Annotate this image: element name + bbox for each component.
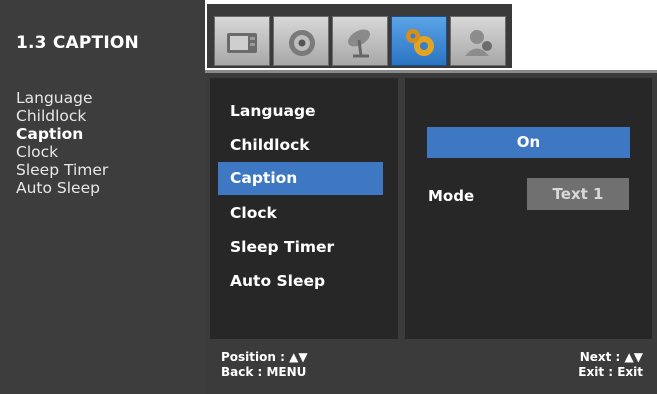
tab-setup[interactable]: [391, 16, 447, 66]
divider: [205, 70, 657, 73]
tab-channel[interactable]: [332, 16, 388, 66]
mode-value-select[interactable]: Text 1: [527, 178, 629, 210]
menu-item-language[interactable]: Language: [218, 101, 383, 135]
menu-item-clock[interactable]: Clock: [218, 203, 383, 237]
tab-picture[interactable]: [214, 16, 270, 66]
back-hint: Back : MENU: [221, 365, 307, 379]
guide-item-caption: Caption: [16, 125, 84, 143]
guide-item-childlock: Childlock: [16, 107, 87, 125]
guide-title: 1.3 CAPTION: [16, 33, 139, 53]
guide-item-clock: Clock: [16, 143, 59, 161]
guide-list: Language Childlock Caption Clock Sleep T…: [16, 89, 108, 197]
tab-sound[interactable]: [273, 16, 329, 66]
mode-label: Mode: [428, 187, 475, 205]
footer-left-hints: Position : ▲▼ Back : MENU: [221, 350, 308, 380]
guide-item-sleep-timer: Sleep Timer: [16, 161, 109, 179]
menu-item-caption[interactable]: Caption: [218, 162, 383, 195]
caption-state-option[interactable]: On: [427, 127, 630, 158]
position-hint: Position : ▲▼: [221, 350, 308, 364]
guide-item-auto-sleep: Auto Sleep: [16, 179, 100, 197]
tab-user[interactable]: [450, 16, 506, 66]
guide-panel: 1.3 CAPTION Language Childlock Caption C…: [0, 0, 205, 394]
menu-item-sleep-timer[interactable]: Sleep Timer: [218, 237, 383, 271]
menu-list: Language Childlock Caption Clock Sleep T…: [218, 101, 383, 305]
menu-item-auto-sleep[interactable]: Auto Sleep: [218, 271, 383, 305]
footer-right-hints: Next : ▲▼ Exit : Exit: [547, 350, 643, 380]
menu-tab-bar: [207, 4, 512, 68]
next-hint: Next : ▲▼: [579, 350, 643, 364]
guide-item-language: Language: [16, 89, 93, 107]
exit-hint: Exit : Exit: [578, 365, 643, 379]
